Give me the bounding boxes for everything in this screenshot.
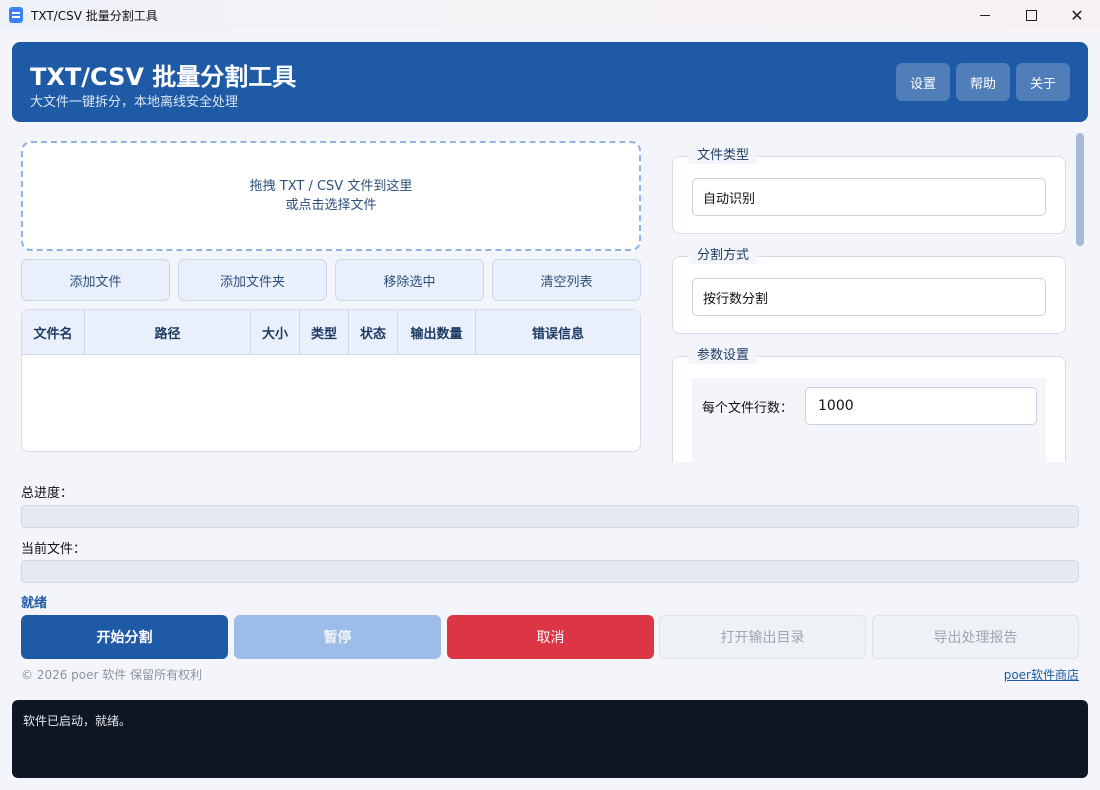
close-button[interactable]: ✕ xyxy=(1054,0,1100,30)
remove-selected-button[interactable]: 移除选中 xyxy=(335,259,484,301)
app-subtitle: 大文件一键拆分，本地离线安全处理 xyxy=(30,95,239,110)
close-icon: ✕ xyxy=(1070,5,1084,25)
maximize-button[interactable] xyxy=(1008,0,1054,30)
column-header-status[interactable]: 状态 xyxy=(349,310,398,354)
status-text: 就绪 xyxy=(21,596,48,611)
start-split-button[interactable]: 开始分割 xyxy=(21,615,228,659)
file-type-group: 文件类型 自动识别 xyxy=(672,148,1066,234)
column-header-filename[interactable]: 文件名 xyxy=(22,310,85,354)
file-table[interactable]: 文件名 路径 大小 类型 状态 输出数量 错误信息 xyxy=(21,309,641,452)
lines-per-file-label: 每个文件行数： xyxy=(702,401,794,416)
clear-list-button[interactable]: 清空列表 xyxy=(492,259,641,301)
split-mode-select[interactable]: 按行数分割 xyxy=(692,278,1046,316)
column-header-type[interactable]: 类型 xyxy=(300,310,349,354)
export-report-button[interactable]: 导出处理报告 xyxy=(872,615,1079,659)
app-title: TXT/CSV 批量分割工具 xyxy=(30,63,297,91)
split-mode-group: 分割方式 按行数分割 xyxy=(672,248,1066,334)
settings-scrollbar-thumb[interactable] xyxy=(1076,133,1084,246)
app-header: TXT/CSV 批量分割工具 大文件一键拆分，本地离线安全处理 设置 帮助 关于 xyxy=(12,42,1088,122)
file-type-select[interactable]: 自动识别 xyxy=(692,178,1046,216)
settings-button[interactable]: 设置 xyxy=(896,63,950,101)
window-controls: ✕ xyxy=(962,0,1100,30)
column-header-output-count[interactable]: 输出数量 xyxy=(398,310,476,354)
split-mode-label: 分割方式 xyxy=(689,248,758,264)
copyright-text: © 2026 poer 软件 保留所有权利 xyxy=(21,668,203,682)
store-link[interactable]: poer软件商店 xyxy=(1004,666,1079,683)
open-output-dir-button[interactable]: 打开输出目录 xyxy=(659,615,866,659)
title-bar: TXT/CSV 批量分割工具 ✕ xyxy=(0,0,1100,30)
params-label: 参数设置 xyxy=(689,348,758,364)
log-line: 软件已启动，就绪。 xyxy=(23,714,132,728)
current-file-progress-bar xyxy=(21,560,1079,583)
params-area: 每个文件行数： 1000 xyxy=(692,378,1046,468)
current-file-label: 当前文件： xyxy=(21,542,87,557)
log-console: 软件已启动，就绪。 xyxy=(12,700,1088,778)
column-header-size[interactable]: 大小 xyxy=(251,310,300,354)
pause-button[interactable]: 暂停 xyxy=(234,615,441,659)
add-folder-button[interactable]: 添加文件夹 xyxy=(178,259,327,301)
dropzone-line2: 或点击选择文件 xyxy=(285,198,377,213)
cancel-button[interactable]: 取消 xyxy=(447,615,654,659)
total-progress-bar xyxy=(21,505,1079,528)
settings-scrollbar[interactable] xyxy=(1074,131,1086,461)
file-drop-zone[interactable]: 拖拽 TXT / CSV 文件到这里 或点击选择文件 xyxy=(21,141,641,251)
file-type-label: 文件类型 xyxy=(689,148,758,164)
params-group: 参数设置 每个文件行数： 1000 xyxy=(672,348,1066,468)
table-header: 文件名 路径 大小 类型 状态 输出数量 错误信息 xyxy=(22,310,640,355)
column-header-error[interactable]: 错误信息 xyxy=(476,310,640,354)
lines-per-file-input[interactable]: 1000 xyxy=(805,387,1037,425)
total-progress-label: 总进度： xyxy=(21,486,74,501)
help-button[interactable]: 帮助 xyxy=(956,63,1010,101)
window-title: TXT/CSV 批量分割工具 xyxy=(31,8,158,23)
column-header-path[interactable]: 路径 xyxy=(85,310,251,354)
app-icon xyxy=(9,7,23,23)
dropzone-line1: 拖拽 TXT / CSV 文件到这里 xyxy=(249,179,413,194)
minimize-button[interactable] xyxy=(962,0,1008,30)
add-file-button[interactable]: 添加文件 xyxy=(21,259,170,301)
about-button[interactable]: 关于 xyxy=(1016,63,1070,101)
